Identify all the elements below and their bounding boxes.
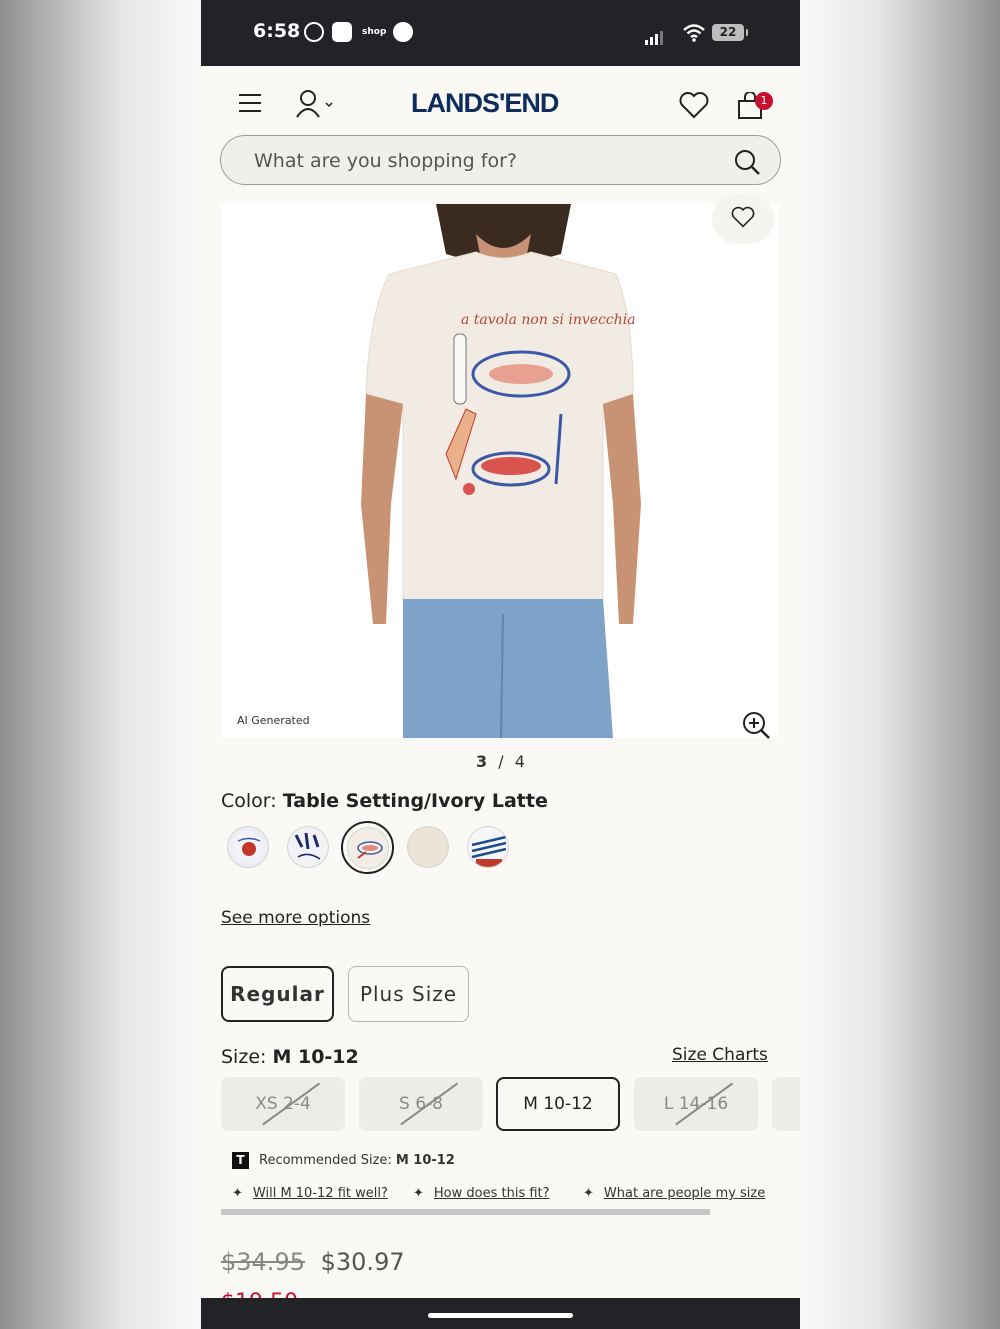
cart-count-badge: 1 <box>755 92 773 110</box>
pager-current: 3 <box>476 752 488 771</box>
horizontal-scrollbar[interactable] <box>221 1209 710 1215</box>
color-label: Color: <box>221 790 277 812</box>
menu-icon[interactable] <box>237 90 263 116</box>
recommended-size-value: M 10-12 <box>395 1153 455 1168</box>
pager-total: 4 <box>514 752 525 771</box>
chase-icon <box>332 22 352 42</box>
phone-screen: 6:58 shop 22 LANDS'END 1 What are you sh… <box>201 0 800 1329</box>
battery-tip <box>746 29 748 36</box>
shop-icon: shop <box>362 27 387 37</box>
size-option-label: XS 2-4 <box>255 1094 311 1114</box>
sparkle-icon: ✦ <box>413 1186 424 1201</box>
navy-script-swatch-art <box>294 832 321 860</box>
size-label: Size: <box>221 1046 267 1068</box>
size-option-more[interactable] <box>772 1077 800 1131</box>
size-selection-label: Size: M 10-12 <box>221 1046 359 1068</box>
search-icon[interactable] <box>733 148 761 176</box>
ai-question-text: How does this fit? <box>433 1186 550 1201</box>
color-swatch-patterned-crab[interactable] <box>227 826 269 868</box>
pager-separator: / <box>498 752 504 771</box>
wifi-icon <box>683 24 705 42</box>
status-time: 6:58 <box>253 20 301 42</box>
sparkle-icon: ✦ <box>232 1186 243 1201</box>
model-tshirt-illustration: a tavola non si invecchia <box>361 204 641 738</box>
image-favorite-button[interactable] <box>712 194 774 244</box>
zoom-icon[interactable] <box>741 710 771 740</box>
heart-icon <box>731 206 755 228</box>
search-input[interactable]: What are you shopping for? <box>254 150 517 172</box>
status-bar: 6:58 shop 22 <box>201 0 800 66</box>
account-icon[interactable] <box>295 88 337 120</box>
threads-icon <box>304 22 324 42</box>
color-swatch-navy-script[interactable] <box>287 826 329 868</box>
wishlist-icon[interactable] <box>679 90 709 120</box>
price: $34.95 $30.97 <box>221 1248 405 1276</box>
true-fit-logo-icon: T <box>232 1152 249 1169</box>
size-option-m[interactable]: M 10-12 <box>496 1077 620 1131</box>
original-price: $34.95 <box>221 1248 305 1276</box>
ai-question-text: Will M 10-12 fit well? <box>252 1186 388 1201</box>
crab-swatch-art <box>237 837 261 856</box>
ai-question-text: What are people my size <box>603 1186 766 1201</box>
recommended-size: T Recommended Size: M 10-12 <box>232 1152 455 1169</box>
signal-icon <box>645 26 665 45</box>
size-option-s[interactable]: S 6-8 <box>359 1077 483 1131</box>
ai-generated-label: AI Generated <box>237 714 310 727</box>
svg-text:a tavola non si invecchia: a tavola non si invecchia <box>461 312 636 328</box>
ai-question-fit-well[interactable]: ✦ Will M 10-12 fit well? <box>232 1186 388 1201</box>
search-bar[interactable]: What are you shopping for? <box>220 135 781 185</box>
color-selection-label: Color: Table Setting/Ivory Latte <box>221 790 548 812</box>
size-option-label: M 10-12 <box>523 1094 593 1114</box>
facebook-icon <box>393 22 413 42</box>
gallery-pager: 3 / 4 <box>201 752 800 771</box>
color-swatch-table-setting[interactable] <box>347 827 389 869</box>
brand-logo[interactable]: LANDS'END <box>411 88 559 119</box>
sparkle-icon: ✦ <box>583 1186 594 1201</box>
nautical-swatch-art <box>471 835 507 867</box>
size-value: M 10-12 <box>272 1046 359 1068</box>
size-charts-link[interactable]: Size Charts <box>672 1045 768 1065</box>
product-image[interactable]: a tavola non si invecchia <box>221 204 779 738</box>
recommended-size-label: Recommended Size: <box>259 1153 392 1168</box>
fit-regular-button[interactable]: Regular <box>221 966 334 1022</box>
current-price: $30.97 <box>320 1248 405 1276</box>
size-option-xs[interactable]: XS 2-4 <box>221 1077 345 1131</box>
home-indicator[interactable] <box>428 1313 573 1318</box>
fit-plus-size-button[interactable]: Plus Size <box>348 966 469 1022</box>
see-more-options-link[interactable]: See more options <box>221 908 370 928</box>
table-setting-swatch-art <box>357 841 383 859</box>
color-value: Table Setting/Ivory Latte <box>282 790 548 812</box>
color-swatch-ivory-latte[interactable] <box>407 826 449 868</box>
size-option-label: L 14-16 <box>663 1094 729 1114</box>
color-swatch-nautical-stripe[interactable] <box>467 826 509 868</box>
ai-question-people-my-size[interactable]: ✦ What are people my size <box>583 1186 765 1201</box>
size-option-l[interactable]: L 14-16 <box>634 1077 758 1131</box>
ai-question-how-fit[interactable]: ✦ How does this fit? <box>413 1186 550 1201</box>
battery-icon: 22 <box>712 24 744 41</box>
